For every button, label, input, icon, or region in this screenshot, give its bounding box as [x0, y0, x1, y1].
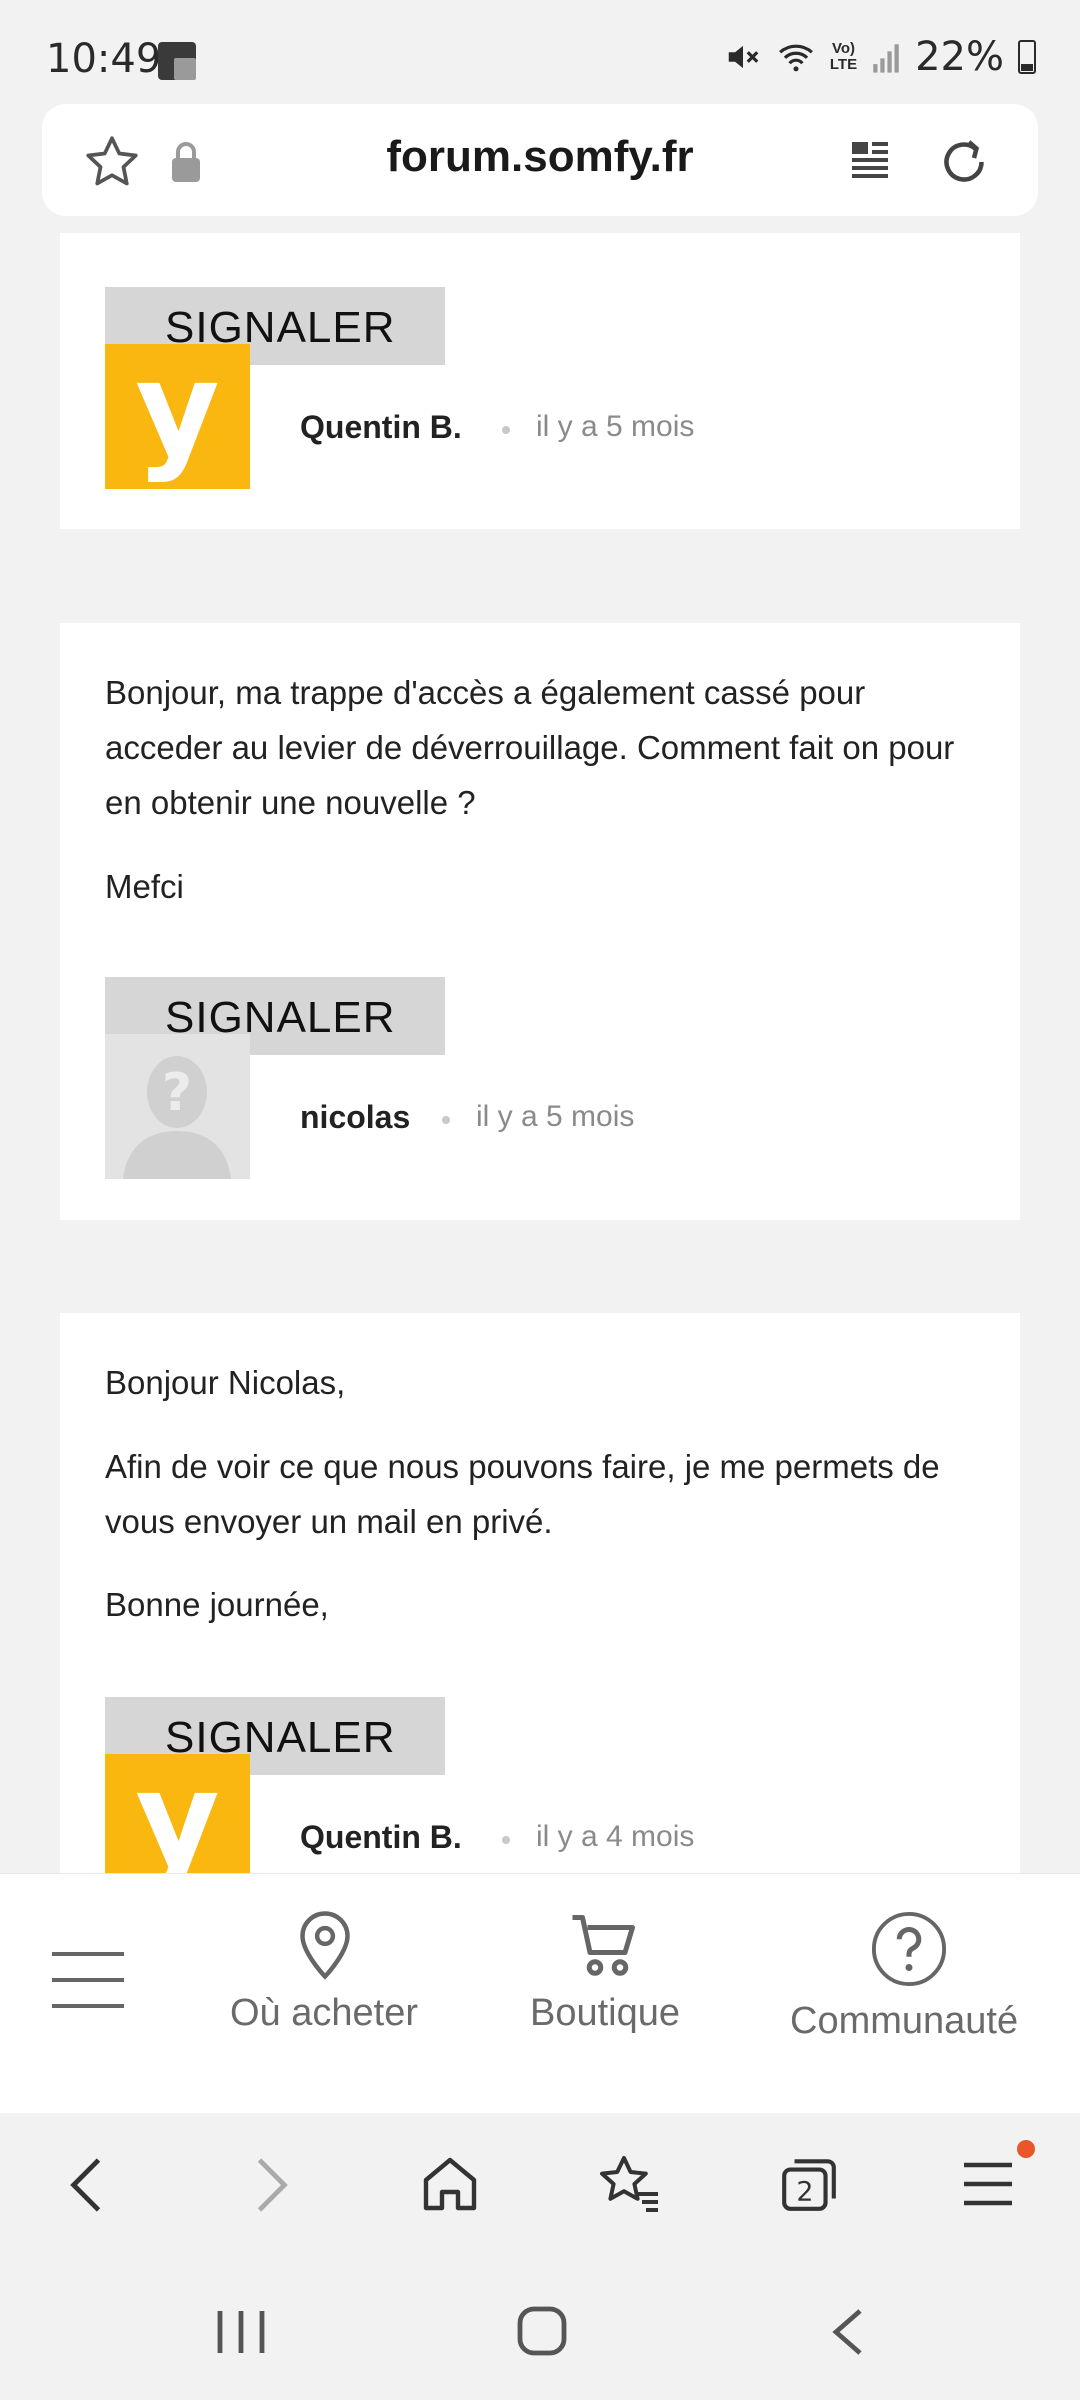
shop-button[interactable]: Boutique [520, 1910, 700, 2060]
recent-apps-icon[interactable] [216, 2309, 266, 2355]
author-name[interactable]: Quentin B. [300, 409, 462, 446]
address-bar[interactable]: forum.somfy.fr [42, 104, 1038, 216]
post-paragraph: Bonjour Nicolas, [105, 1364, 346, 1401]
post-paragraph: Bonne journée, [105, 1586, 329, 1623]
status-time: 10:49 [46, 36, 162, 82]
browser-toolbar: 2 [0, 2113, 1080, 2253]
post-paragraph: Afin de voir ce que nous pouvons faire, … [105, 1448, 940, 1540]
avatar[interactable]: y [105, 344, 250, 489]
status-bar: 10:49 Vo) LTE 22% [0, 0, 1080, 110]
default-avatar[interactable]: ? [105, 1034, 250, 1179]
community-button[interactable]: Communauté [780, 1910, 1040, 2070]
author-name[interactable]: nicolas [300, 1099, 410, 1136]
separator-dot [442, 1116, 450, 1124]
post-card: SIGNALER y Quentin B. il y a 5 mois [60, 233, 1020, 529]
notification-icon [158, 42, 196, 80]
battery-level: 22% [915, 34, 1004, 80]
post-time: il y a 5 mois [536, 410, 695, 443]
separator-dot [502, 426, 510, 434]
reload-icon[interactable] [934, 132, 994, 192]
notification-dot [1017, 2140, 1035, 2158]
wifi-icon [778, 44, 813, 72]
post-card: Bonjour, ma trappe d'accès a également c… [60, 623, 1020, 1220]
reader-mode-icon[interactable] [846, 132, 894, 188]
system-back-icon[interactable] [830, 2307, 864, 2357]
volte-icon: Vo) LTE [829, 40, 858, 73]
post-card: Bonjour Nicolas, Afin de voir ce que nou… [60, 1313, 1020, 1873]
tabs-icon[interactable]: 2 [778, 2153, 840, 2215]
status-indicators: Vo) LTE 22% [724, 34, 1036, 80]
author-name[interactable]: Quentin B. [300, 1819, 462, 1856]
battery-icon [1018, 40, 1036, 74]
where-to-buy-label: Où acheter [230, 1992, 418, 2034]
hamburger-menu-icon[interactable] [50, 1950, 126, 2010]
bookmarks-icon[interactable] [598, 2153, 662, 2215]
system-navigation-bar [0, 2253, 1080, 2400]
post-paragraph: Bonjour, ma trappe d'accès a également c… [105, 674, 955, 821]
location-pin-icon [300, 1911, 350, 1980]
shop-label: Boutique [530, 1992, 681, 2034]
home-icon[interactable] [420, 2153, 480, 2215]
where-to-buy-button[interactable]: Où acheter [220, 1910, 430, 2060]
community-label: Communauté [790, 2000, 1019, 2042]
site-bottom-nav: Où acheter Boutique Communauté [0, 1873, 1080, 2113]
shopping-cart-icon [572, 1915, 635, 1976]
anonymous-user-icon: ? [123, 1056, 231, 1179]
post-time: il y a 5 mois [476, 1100, 635, 1133]
avatar-question-mark: ? [162, 1063, 192, 1123]
forward-arrow-icon[interactable] [248, 2155, 294, 2215]
back-arrow-icon[interactable] [64, 2155, 110, 2215]
signal-icon [873, 44, 899, 73]
home-button-icon[interactable] [516, 2305, 568, 2357]
post-time: il y a 4 mois [536, 1820, 695, 1853]
menu-icon[interactable] [962, 2161, 1014, 2207]
post-paragraph: Mefci [105, 868, 184, 905]
separator-dot [502, 1836, 510, 1844]
svg-text:2: 2 [796, 2177, 813, 2208]
avatar[interactable]: y [105, 1754, 250, 1873]
help-circle-icon [871, 1911, 947, 1987]
mute-icon [728, 45, 759, 69]
